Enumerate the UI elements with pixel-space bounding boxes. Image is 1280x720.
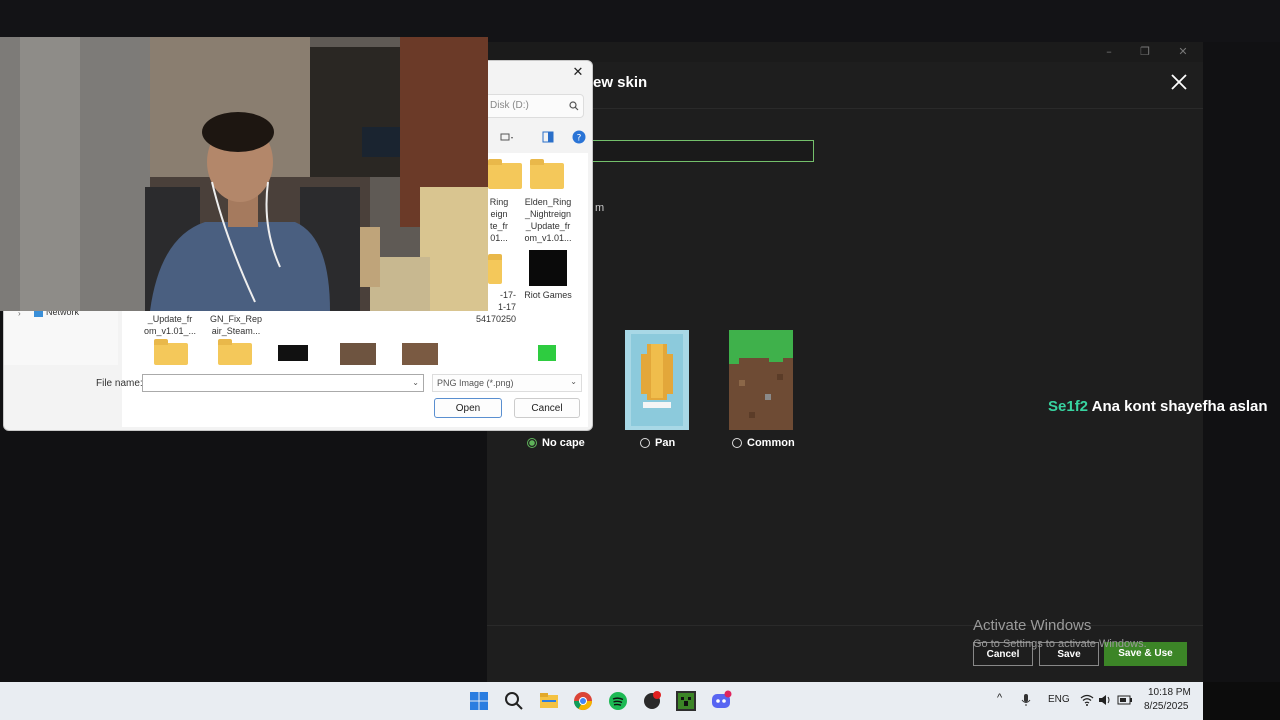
cape-option-pan[interactable]: Pan: [640, 437, 675, 449]
cape-option-label: Common: [747, 437, 795, 449]
clock-time[interactable]: 10:18 PM: [1148, 687, 1191, 698]
view-options-icon[interactable]: [500, 132, 514, 144]
image-thumbnail[interactable]: [538, 345, 556, 361]
image-thumbnail[interactable]: [340, 343, 376, 365]
cape-common-image[interactable]: [729, 330, 793, 430]
chrome-icon[interactable]: [572, 690, 594, 712]
cape-option-common[interactable]: Common: [732, 437, 795, 449]
chat-username: Se1f2: [1048, 398, 1089, 415]
label-fragment: m: [595, 202, 605, 214]
radio-selected-icon[interactable]: [527, 438, 537, 448]
cape-option-label: No cape: [542, 437, 585, 449]
recording-app-icon[interactable]: [641, 690, 663, 712]
webcam-video: [0, 37, 488, 311]
top-strip: [0, 0, 1280, 42]
folder-icon[interactable]: [530, 159, 564, 189]
filetype-value: PNG Image (*.png): [437, 378, 514, 388]
spotify-icon[interactable]: [607, 690, 629, 712]
file-item-label[interactable]: Elden_Ring _Nightreign _Update_fr om_v1.…: [520, 196, 576, 244]
launcher-header: ew skin: [487, 62, 1203, 109]
riot-games-thumbnail[interactable]: [529, 250, 567, 286]
launcher-titlebar: – ❐ ✕: [487, 42, 1203, 62]
preview-pane-icon[interactable]: [542, 131, 554, 143]
windows-start-icon[interactable]: [468, 690, 490, 712]
launcher-window: – ❐ ✕ ew skin m No cape Pan Common Cance…: [487, 42, 1203, 682]
search-box[interactable]: Disk (D:): [484, 94, 584, 118]
file-item-label[interactable]: Riot Games: [520, 289, 576, 301]
navigation-pane: › Network: [4, 305, 118, 365]
svg-text:?: ?: [577, 134, 582, 144]
dialog-toolbar: ?: [484, 127, 590, 149]
chevron-down-icon[interactable]: ⌄: [570, 377, 577, 386]
wifi-icon[interactable]: [1080, 694, 1094, 706]
show-hidden-icons-icon[interactable]: ^: [997, 692, 1002, 704]
cape-option-label: Pan: [655, 437, 676, 449]
window-close-icon[interactable]: ✕: [1173, 44, 1193, 60]
page-title: ew skin: [593, 74, 648, 91]
folder-icon[interactable]: [218, 339, 252, 365]
help-icon[interactable]: ?: [572, 130, 586, 144]
activate-windows-subtitle: Go to Settings to activate Windows.: [973, 638, 1147, 650]
edge-strip: [1203, 682, 1280, 720]
file-explorer-icon[interactable]: [538, 690, 560, 712]
folder-icon[interactable]: [488, 254, 502, 284]
image-thumbnail[interactable]: [402, 343, 438, 365]
skin-name-input[interactable]: [592, 140, 814, 162]
file-item-label[interactable]: Ring eign te_fr 01...: [484, 196, 514, 244]
chat-overlay: Se1f2 Ana kont shayefha aslan: [1048, 398, 1268, 415]
filetype-select[interactable]: PNG Image (*.png) ⌄: [432, 374, 582, 392]
maximize-icon[interactable]: ❐: [1135, 44, 1155, 60]
filename-label: File name:: [96, 378, 143, 389]
folder-icon[interactable]: [154, 339, 188, 365]
language-indicator[interactable]: ENG: [1048, 694, 1070, 705]
clock-date[interactable]: 8/25/2025: [1144, 701, 1189, 712]
open-button[interactable]: Open: [434, 398, 502, 418]
close-icon[interactable]: ✕: [570, 65, 586, 81]
cape-option-none[interactable]: No cape: [527, 437, 585, 449]
search-placeholder: Disk (D:): [490, 100, 529, 111]
chat-message: Ana kont shayefha aslan: [1091, 398, 1268, 415]
radio-icon[interactable]: [640, 438, 650, 448]
close-icon[interactable]: [1169, 72, 1189, 92]
discord-icon[interactable]: [710, 690, 732, 712]
folder-icon[interactable]: [488, 159, 522, 189]
search-icon: [569, 101, 579, 111]
cape-pan-image[interactable]: [625, 330, 689, 430]
image-thumbnail[interactable]: [278, 345, 308, 361]
volume-icon[interactable]: [1098, 694, 1112, 706]
activate-windows-title: Activate Windows: [973, 617, 1092, 634]
filename-row: File name: ⌄ PNG Image (*.png) ⌄: [4, 371, 594, 399]
dialog-cancel-button[interactable]: Cancel: [514, 398, 580, 418]
taskbar: ^ ENG 10:18 PM 8/25/2025: [0, 682, 1203, 720]
minecraft-launcher-icon[interactable]: [675, 690, 697, 712]
file-item-label[interactable]: _Update_fr om_v1.01_...: [140, 313, 200, 337]
battery-icon[interactable]: [1117, 695, 1133, 705]
minimize-icon[interactable]: –: [1099, 44, 1119, 60]
microphone-icon[interactable]: [1021, 693, 1031, 707]
filename-input[interactable]: ⌄: [142, 374, 424, 392]
search-icon[interactable]: [503, 690, 525, 712]
radio-icon[interactable]: [732, 438, 742, 448]
chevron-down-icon[interactable]: ⌄: [412, 378, 419, 387]
file-item-label[interactable]: GN_Fix_Rep air_Steam...: [204, 313, 268, 337]
